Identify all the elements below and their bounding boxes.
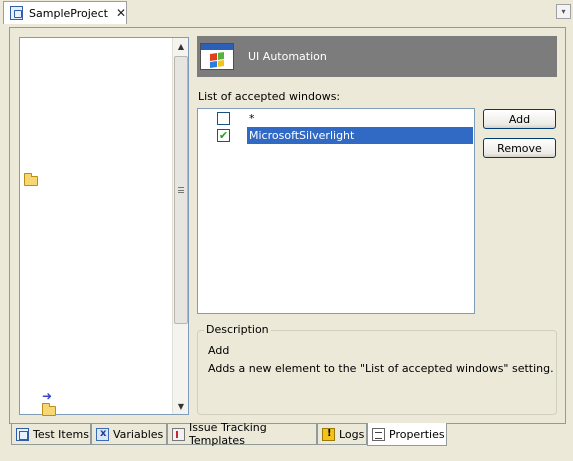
tab-label: Issue Tracking Templates	[189, 421, 267, 447]
tab-label: Variables	[113, 427, 164, 441]
vertical-scrollbar[interactable]: ▲ ▼	[172, 38, 188, 414]
list-item[interactable]: *	[198, 110, 474, 127]
tab-label: SampleProject	[29, 6, 108, 20]
windows-logo-icon	[200, 43, 234, 70]
list-item[interactable]: ✔ MicrosoftSilverlight	[198, 127, 474, 144]
project-icon	[10, 6, 24, 20]
grip-icon	[178, 187, 184, 193]
folder-icon[interactable]	[24, 173, 38, 186]
tab-sampleproject[interactable]: SampleProject ✕	[3, 1, 127, 24]
editor-tab-strip: SampleProject ✕ ▾	[0, 0, 573, 24]
section-title: UI Automation	[248, 50, 327, 63]
description-title: Add	[208, 344, 230, 357]
checkbox[interactable]	[217, 112, 230, 125]
blue-arrow-icon[interactable]: ➜	[42, 390, 52, 402]
add-button[interactable]: Add	[483, 109, 556, 129]
logs-icon	[322, 427, 335, 441]
application-window: SampleProject ✕ ▾ ➜ ▲ ▼ UI Automation Li…	[0, 0, 573, 461]
properties-icon	[372, 427, 385, 441]
check-icon: ✔	[218, 129, 229, 142]
properties-panel: ➜ ▲ ▼ UI Automation List of accepted win…	[9, 27, 566, 424]
section-header: UI Automation	[197, 36, 557, 77]
tab-properties[interactable]: Properties	[367, 423, 447, 446]
variables-icon	[96, 427, 109, 441]
tab-issue-tracking-templates[interactable]: Issue Tracking Templates	[167, 421, 317, 447]
category-tree[interactable]: ➜ ▲ ▼	[19, 37, 189, 416]
bottom-tab-bar: Test Items Variables Issue Tracking Temp…	[9, 421, 569, 447]
scroll-down-icon[interactable]: ▼	[173, 398, 189, 414]
accepted-windows-list[interactable]: * ✔ MicrosoftSilverlight	[197, 108, 475, 314]
accepted-windows-label: List of accepted windows:	[198, 90, 341, 103]
checkbox[interactable]: ✔	[217, 129, 230, 142]
tab-label: Properties	[389, 427, 445, 441]
list-item-text: *	[249, 112, 255, 125]
close-icon[interactable]: ✕	[116, 6, 126, 20]
tab-label: Logs	[339, 427, 365, 441]
tab-variables[interactable]: Variables	[91, 424, 167, 445]
folder-icon[interactable]	[42, 403, 56, 416]
remove-button[interactable]: Remove	[483, 138, 556, 158]
tab-test-items[interactable]: Test Items	[11, 424, 91, 445]
description-legend: Description	[204, 323, 271, 336]
description-text: Adds a new element to the "List of accep…	[208, 362, 554, 375]
scrollbar-thumb[interactable]	[174, 56, 188, 324]
test-items-icon	[16, 427, 29, 441]
tab-label: Test Items	[33, 427, 89, 441]
tab-logs[interactable]: Logs	[317, 424, 367, 445]
list-item-text: MicrosoftSilverlight	[247, 127, 473, 144]
issue-tracking-icon	[172, 427, 185, 441]
chevron-down-icon[interactable]: ▾	[556, 4, 571, 19]
scroll-up-icon[interactable]: ▲	[173, 38, 189, 54]
description-group: Description Add Adds a new element to th…	[197, 323, 557, 415]
